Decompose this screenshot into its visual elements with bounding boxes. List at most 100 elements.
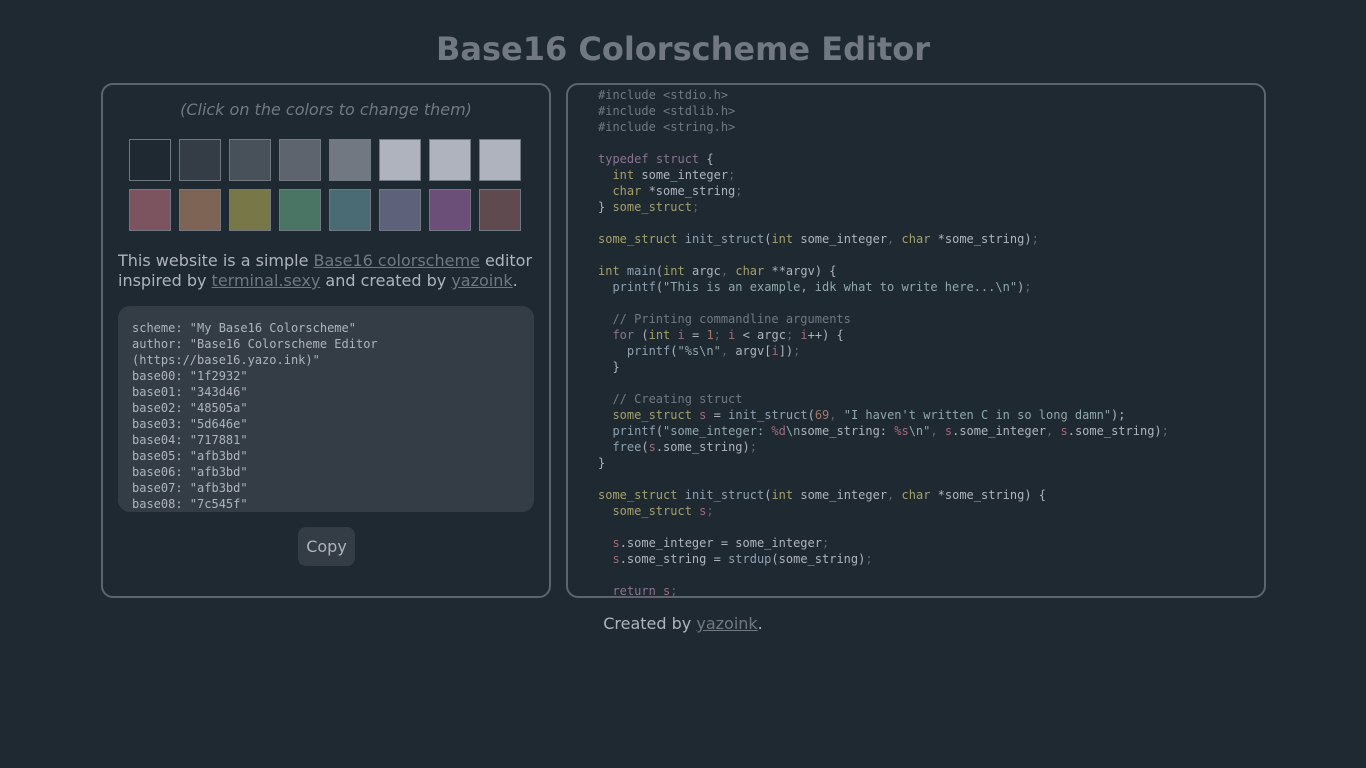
code-token: ;	[706, 504, 714, 518]
footer: Created by yazoink.	[0, 614, 1366, 633]
author-link[interactable]: yazoink	[451, 271, 512, 290]
code-token: i	[800, 328, 808, 342]
code-token: init_struct	[684, 232, 765, 246]
code-token: some_integer	[634, 168, 729, 182]
footer-text: Created by	[603, 614, 697, 633]
code-line: some_struct init_struct(int some_integer…	[598, 487, 1169, 503]
code-line: printf("This is an example, idk what to …	[598, 279, 1169, 295]
code-line: #include <stdio.h>	[598, 87, 1169, 103]
terminal-sexy-link[interactable]: terminal.sexy	[212, 271, 321, 290]
code-token: 69	[814, 408, 830, 422]
swatch-base09[interactable]	[179, 189, 221, 231]
code-token: ;	[1031, 232, 1039, 246]
code-token: }	[598, 200, 613, 214]
about-text-part: .	[512, 271, 518, 290]
copy-button[interactable]: Copy	[298, 527, 355, 566]
code-line: return s;	[598, 583, 1169, 598]
page-title: Base16 Colorscheme Editor	[435, 30, 931, 68]
swatch-base07[interactable]	[479, 139, 521, 181]
code-token: }	[598, 456, 606, 470]
code-token: typedef	[598, 152, 649, 166]
swatch-base05[interactable]	[379, 139, 421, 181]
code-line: free(s.some_string);	[598, 439, 1169, 455]
swatch-base02[interactable]	[229, 139, 271, 181]
code-token: %s	[894, 424, 909, 438]
code-token: char	[901, 488, 931, 502]
swatch-base04[interactable]	[329, 139, 371, 181]
swatch-base0D[interactable]	[379, 189, 421, 231]
swatch-base0B[interactable]	[279, 189, 321, 231]
code-token: main	[626, 264, 656, 278]
code-token: for	[612, 328, 635, 342]
swatch-base0F[interactable]	[479, 189, 521, 231]
code-token: 1	[706, 328, 714, 342]
swatch-base03[interactable]	[279, 139, 321, 181]
code-token: ;	[691, 200, 700, 214]
code-token: // Printing commandline arguments	[612, 312, 851, 326]
code-token: .some_string =	[619, 552, 729, 566]
swatch-row-accent	[129, 189, 521, 231]
code-line: }	[598, 455, 1169, 471]
code-token: (	[655, 280, 664, 294]
code-token: int	[771, 488, 794, 502]
code-line: s.some_integer = some_integer;	[598, 535, 1169, 551]
swatch-base0A[interactable]	[229, 189, 271, 231]
swatch-base0E[interactable]	[429, 189, 471, 231]
code-token: int	[648, 328, 671, 342]
code-token: some_string:	[800, 424, 895, 438]
code-token: (	[807, 408, 815, 422]
code-token: #include <stdlib.h>	[598, 104, 736, 118]
code-token: some_struct	[598, 232, 678, 246]
about-text-part: and created by	[320, 271, 452, 290]
code-token: ;	[1118, 408, 1126, 422]
code-token: }	[598, 360, 620, 374]
swatch-base00[interactable]	[129, 139, 171, 181]
code-token: ;	[865, 552, 873, 566]
code-token: strdup	[728, 552, 772, 566]
code-token: ,	[720, 344, 729, 358]
code-token: ;	[728, 168, 736, 182]
code-token: #include <stdio.h>	[598, 88, 729, 102]
code-token: =	[706, 408, 729, 422]
code-token: ;	[670, 584, 678, 598]
code-line: some_struct s;	[598, 503, 1169, 519]
code-token: .some_integer = some_integer	[619, 536, 822, 550]
code-token: (	[641, 440, 649, 454]
code-token: some_struct	[612, 408, 692, 422]
code-line: printf("some_integer: %d\nsome_string: %…	[598, 423, 1168, 439]
swatch-base0C[interactable]	[329, 189, 371, 231]
code-token: ++) {	[807, 328, 844, 342]
code-token: s	[612, 552, 620, 566]
code-token: s	[944, 424, 953, 438]
code-token: %d	[771, 424, 786, 438]
code-token: char	[612, 184, 642, 198]
code-token: "some_integer:	[663, 424, 772, 438]
footer-author-link[interactable]: yazoink	[696, 614, 757, 633]
swatch-base06[interactable]	[429, 139, 471, 181]
editor-hint: (Click on the colors to change them)	[180, 100, 472, 119]
code-token: int	[612, 168, 635, 182]
scheme-yaml-output[interactable]: scheme: "My Base16 Colorscheme" author: …	[118, 306, 534, 512]
code-token: printf	[626, 344, 671, 358]
code-token: ,	[829, 408, 837, 422]
code-token: int	[598, 264, 620, 278]
code-token: printf	[612, 424, 656, 438]
base16-link[interactable]: Base16 colorscheme	[314, 251, 480, 270]
code-token: (	[634, 328, 649, 342]
code-token: ;	[735, 184, 743, 198]
swatch-base01[interactable]	[179, 139, 221, 181]
code-token: =	[684, 328, 707, 342]
swatch-base08[interactable]	[129, 189, 171, 231]
code-token: "%s\n"	[677, 344, 721, 358]
